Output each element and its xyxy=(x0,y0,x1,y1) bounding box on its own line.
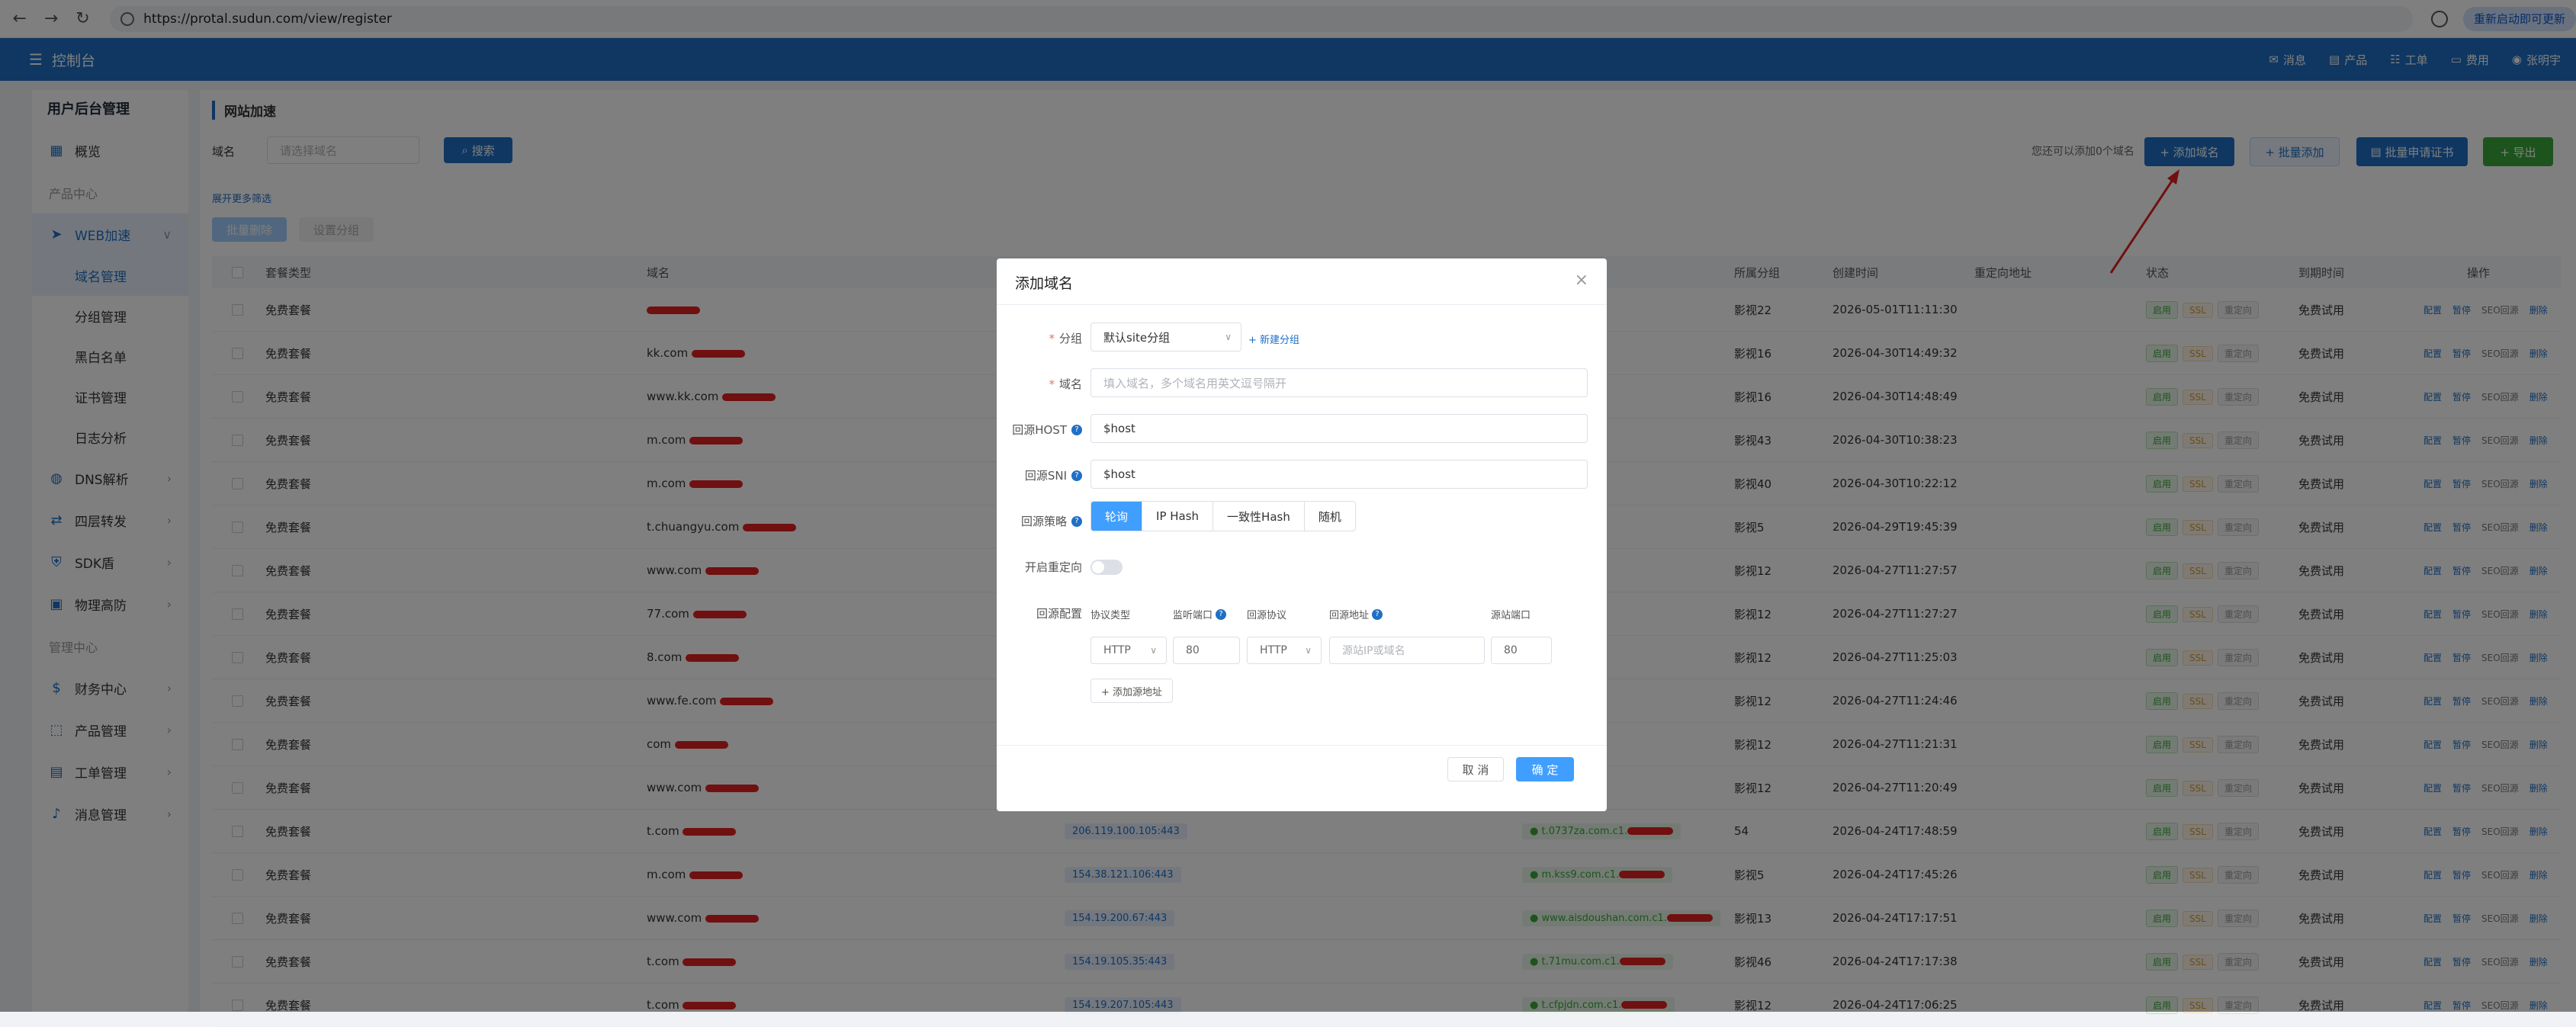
listen-port-input[interactable]: 80 xyxy=(1173,637,1240,664)
sni-field-label: 回源SNI? xyxy=(997,467,1082,483)
help-icon[interactable]: ? xyxy=(1071,424,1082,435)
chevron-down-icon: ∨ xyxy=(1225,332,1232,342)
chevron-down-icon: ∨ xyxy=(1305,645,1312,656)
strategy-consistent-hash[interactable]: 一致性Hash xyxy=(1213,502,1305,531)
cancel-button[interactable]: 取 消 xyxy=(1447,757,1504,781)
redirect-toggle[interactable] xyxy=(1090,560,1123,575)
origin-port-input[interactable]: 80 xyxy=(1491,637,1552,664)
add-domain-dialog: 添加域名 × * 分组 默认site分组 ∨ + 新建分组 * 域名 填入域名，多个域… xyxy=(997,258,1607,811)
help-icon[interactable]: ? xyxy=(1372,608,1383,620)
strategy-field-label: 回源策略? xyxy=(997,513,1082,529)
strategy-ip-hash[interactable]: IP Hash xyxy=(1142,502,1214,531)
help-icon[interactable]: ? xyxy=(1216,608,1227,620)
strategy-segment: 轮询 IP Hash 一致性Hash 随机 xyxy=(1090,501,1356,531)
domain-field-label: * 域名 xyxy=(1049,377,1082,392)
help-icon[interactable]: ? xyxy=(1071,515,1082,527)
help-icon[interactable]: ? xyxy=(1071,470,1082,481)
origin-port-col-label: 源站端口 xyxy=(1491,610,1531,621)
host-input[interactable]: $host xyxy=(1090,414,1588,443)
add-origin-button[interactable]: + 添加源地址 xyxy=(1090,679,1173,703)
domain-input[interactable]: 填入域名，多个域名用英文逗号隔开 xyxy=(1090,368,1588,397)
group-select[interactable]: 默认site分组 ∨ xyxy=(1090,323,1241,351)
chevron-down-icon: ∨ xyxy=(1150,645,1157,656)
origin-addr-input[interactable]: 源站IP或域名 xyxy=(1329,637,1485,664)
origin-proto-col-label: 回源协议 xyxy=(1247,610,1287,621)
new-group-link[interactable]: + 新建分组 xyxy=(1248,332,1299,346)
origin-proto-select[interactable]: HTTP ∨ xyxy=(1247,637,1322,664)
close-icon[interactable]: × xyxy=(1575,271,1588,290)
dialog-divider xyxy=(997,304,1607,305)
group-field-label: * 分组 xyxy=(1049,331,1082,346)
origin-config-label: 回源配置 xyxy=(1036,607,1082,621)
proto-select[interactable]: HTTP ∨ xyxy=(1090,637,1167,664)
host-field-label: 回源HOST? xyxy=(997,422,1082,438)
proto-col-label: 协议类型 xyxy=(1090,610,1131,621)
dialog-title: 添加域名 xyxy=(1015,275,1074,292)
origin-addr-col-label: 回源地址? xyxy=(1329,607,1383,621)
confirm-button[interactable]: 确 定 xyxy=(1516,757,1574,781)
footer-divider xyxy=(997,745,1607,746)
strategy-random[interactable]: 随机 xyxy=(1305,502,1355,531)
sni-input[interactable]: $host xyxy=(1090,460,1588,489)
redirect-field-label: 开启重定向 xyxy=(1024,560,1082,574)
listen-col-label: 监听端口? xyxy=(1173,607,1227,621)
strategy-round-robin[interactable]: 轮询 xyxy=(1091,502,1143,531)
